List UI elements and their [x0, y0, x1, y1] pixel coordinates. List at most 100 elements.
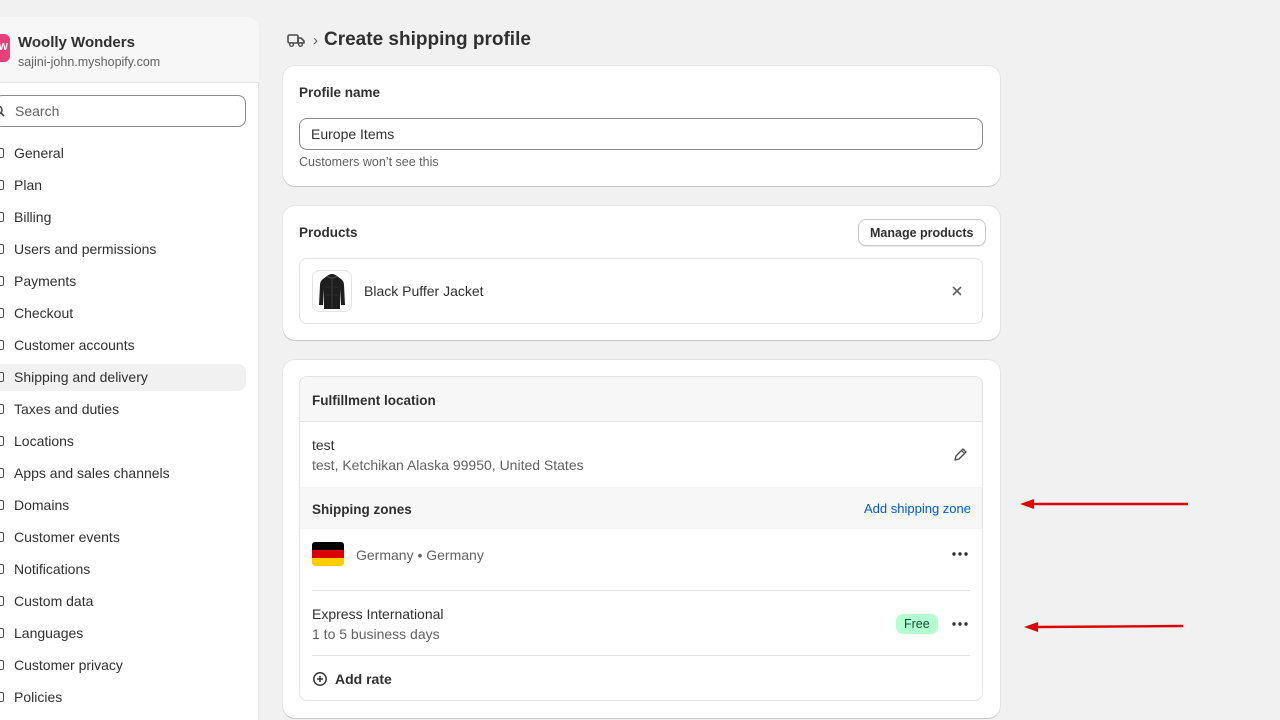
jacket-image — [319, 274, 345, 309]
store-domain: sajini-john.myshopify.com — [18, 55, 161, 69]
profile-name-card: Profile name Customers won’t see this — [283, 66, 1000, 186]
sidebar-item-label: Taxes and duties — [14, 401, 120, 417]
sidebar-item-label: Languages — [14, 625, 84, 641]
fulfillment-card: Fulfillment location test test, Ketchika… — [283, 360, 1000, 718]
page-title: Create shipping profile — [324, 29, 531, 50]
sidebar-item-label: Customer privacy — [14, 657, 123, 673]
search-icon — [0, 105, 5, 117]
billing-icon — [0, 212, 4, 222]
sidebar-item-policies[interactable]: Policies — [0, 681, 259, 713]
plan-icon — [0, 180, 4, 190]
divider — [312, 655, 970, 656]
sidebar-item-label: Locations — [14, 433, 74, 449]
location-address: test, Ketchikan Alaska 99950, United Sta… — [312, 457, 584, 473]
more-actions-icon[interactable] — [950, 617, 970, 631]
add-rate-label: Add rate — [335, 671, 392, 687]
sidebar-item-label: Notifications — [14, 561, 91, 577]
payments-icon — [0, 276, 4, 286]
annotation-arrow — [1024, 622, 1184, 632]
sidebar-item-customer-privacy[interactable]: Customer privacy — [0, 649, 259, 681]
truck-icon[interactable] — [287, 33, 305, 47]
sidebar-item-label: Shipping and delivery — [14, 369, 148, 385]
search-input[interactable] — [15, 96, 235, 126]
location-name: test — [312, 437, 335, 453]
sidebar-item-label: General — [14, 145, 64, 161]
globe-icon — [0, 500, 4, 510]
sidebar-item-label: Apps and sales channels — [14, 465, 170, 481]
annotation-arrow — [1020, 499, 1188, 509]
store-switcher[interactable]: W Woolly Wonders sajini-john.myshopify.c… — [0, 17, 259, 83]
search-box[interactable] — [0, 95, 246, 127]
gear-icon — [0, 148, 4, 158]
close-icon[interactable] — [950, 284, 964, 298]
product-thumbnail — [312, 270, 352, 312]
person-icon — [0, 340, 4, 350]
sidebar-item-custom-data[interactable]: Custom data — [0, 585, 259, 617]
sidebar-item-notifications[interactable]: Notifications — [0, 553, 259, 585]
bell-icon — [0, 564, 4, 574]
sidebar-item-label: Policies — [14, 689, 63, 705]
sidebar-item-label: Domains — [14, 497, 70, 513]
more-actions-icon[interactable] — [950, 547, 970, 561]
fulfillment-location-label: Fulfillment location — [312, 393, 436, 408]
language-icon — [0, 628, 4, 638]
sidebar-item-label: Plan — [14, 177, 43, 193]
store-name: Woolly Wonders — [18, 34, 135, 51]
product-name: Black Puffer Jacket — [364, 283, 484, 299]
apps-icon — [0, 468, 4, 478]
products-label: Products — [299, 225, 358, 240]
sidebar-item-apps[interactable]: Apps and sales channels — [0, 457, 259, 489]
divider — [312, 590, 970, 591]
plus-circle-icon — [313, 672, 327, 686]
user-icon — [0, 244, 4, 254]
manage-products-button[interactable]: Manage products — [858, 219, 986, 246]
sidebar-item-domains[interactable]: Domains — [0, 489, 259, 521]
sidebar-item-label: Billing — [14, 209, 52, 225]
sidebar-item-users[interactable]: Users and permissions — [0, 233, 259, 265]
pencil-icon[interactable] — [952, 447, 968, 463]
sidebar-item-customer-accounts[interactable]: Customer accounts — [0, 329, 259, 361]
germany-flag-icon — [312, 542, 344, 566]
breadcrumb-separator: › — [313, 31, 318, 49]
data-icon — [0, 596, 4, 606]
events-icon — [0, 532, 4, 542]
add-shipping-zone-link[interactable]: Add shipping zone — [864, 501, 971, 516]
profile-name-field[interactable] — [299, 118, 983, 150]
profile-name-helper: Customers won’t see this — [299, 155, 439, 169]
truck-icon — [0, 372, 4, 382]
breadcrumb: › Create shipping profile — [287, 28, 531, 52]
sidebar-item-label: Customer events — [14, 529, 120, 545]
zone-name: Germany • Germany — [356, 547, 484, 563]
sidebar-item-taxes[interactable]: Taxes and duties — [0, 393, 259, 425]
sidebar-item-label: Payments — [14, 273, 77, 289]
fulfillment-location-box: Fulfillment location test test, Ketchika… — [299, 376, 983, 701]
sidebar-item-billing[interactable]: Billing — [0, 201, 259, 233]
sidebar-item-general[interactable]: General — [0, 137, 259, 169]
sidebar-item-label: Checkout — [14, 305, 74, 321]
profile-name-label: Profile name — [299, 85, 381, 100]
sidebar-item-label: Custom data — [14, 593, 94, 609]
store-avatar: W — [0, 34, 10, 62]
sidebar-item-payments[interactable]: Payments — [0, 265, 259, 297]
products-card: Products Manage products Black Puffer Ja… — [283, 206, 1000, 340]
rate-price-badge: Free — [896, 614, 938, 634]
sidebar-item-label: Users and permissions — [14, 241, 157, 257]
rate-delivery-time: 1 to 5 business days — [312, 626, 440, 642]
sidebar-item-checkout[interactable]: Checkout — [0, 297, 259, 329]
sidebar-item-label: Customer accounts — [14, 337, 135, 353]
tax-icon — [0, 404, 4, 414]
rate-name: Express International — [312, 606, 444, 622]
fulfillment-header: Fulfillment location — [300, 377, 982, 422]
sidebar-item-customer-events[interactable]: Customer events — [0, 521, 259, 553]
cart-icon — [0, 308, 4, 318]
sidebar-item-plan[interactable]: Plan — [0, 169, 259, 201]
shipping-zones-label: Shipping zones — [312, 502, 412, 517]
settings-nav: General Plan Billing Users and permissio… — [0, 137, 259, 713]
location-icon — [0, 436, 4, 446]
product-row: Black Puffer Jacket — [299, 258, 983, 324]
add-rate-button[interactable]: Add rate — [312, 669, 392, 689]
sidebar-item-shipping[interactable]: Shipping and delivery — [0, 361, 259, 393]
sidebar-item-locations[interactable]: Locations — [0, 425, 259, 457]
settings-sidebar: W Woolly Wonders sajini-john.myshopify.c… — [0, 17, 259, 720]
sidebar-item-languages[interactable]: Languages — [0, 617, 259, 649]
